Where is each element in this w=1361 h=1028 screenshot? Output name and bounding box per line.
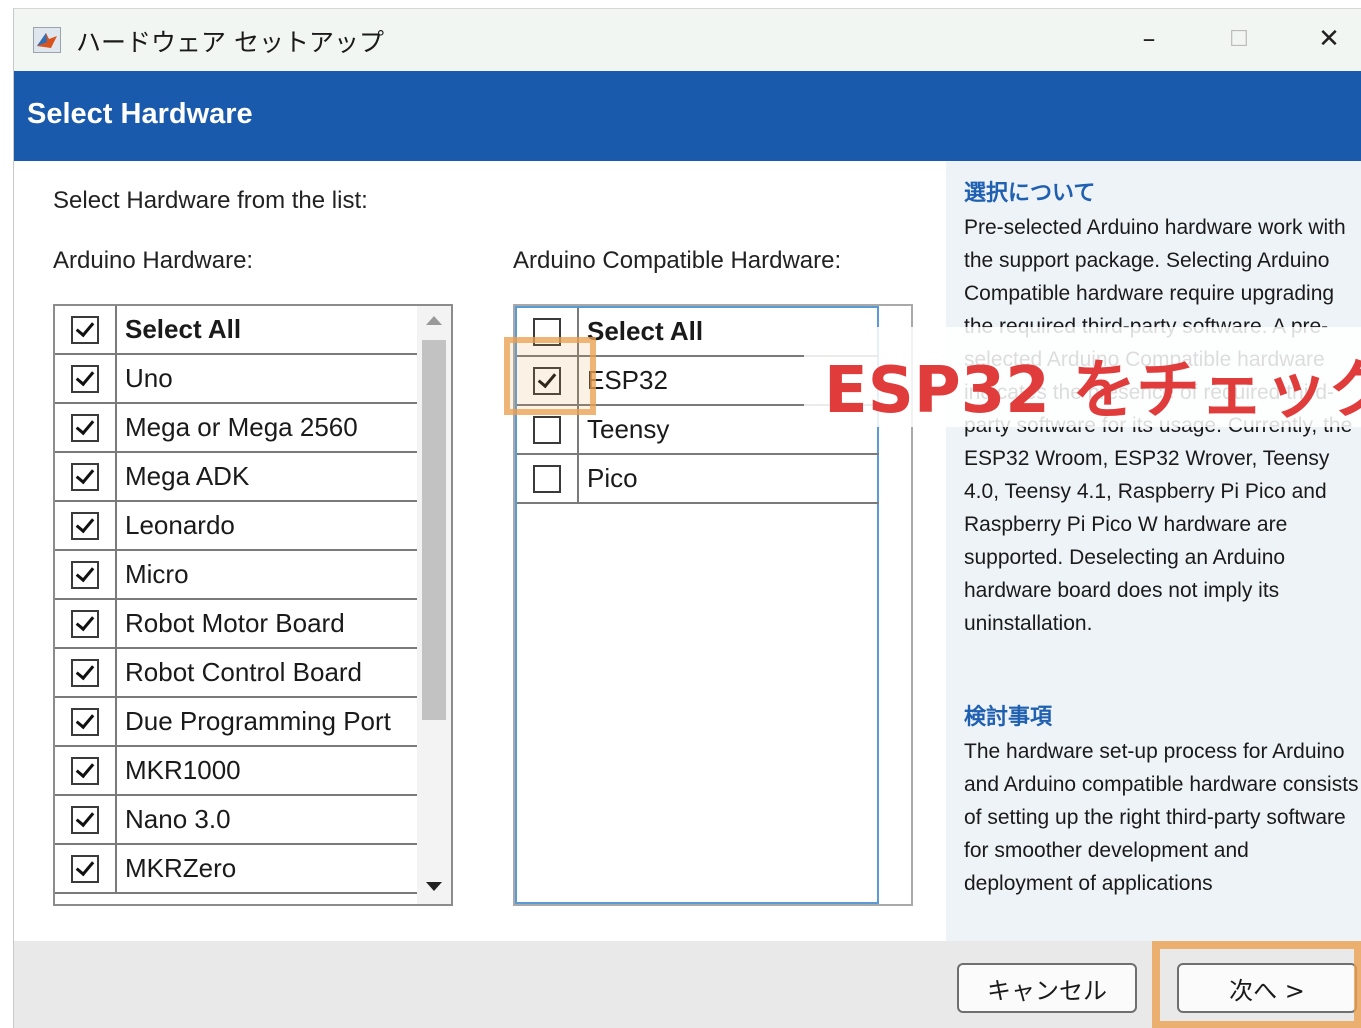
arduino-hardware-list[interactable]: Select All Uno Mega or Mega 2560 Mega ADK Le… (53, 304, 453, 906)
list-item-label: Pico (587, 463, 638, 493)
checkbox[interactable] (71, 659, 99, 687)
scroll-down-icon[interactable] (426, 882, 442, 891)
list-item-label: Robot Control Board (125, 657, 363, 687)
list-item[interactable]: MKRZero (55, 845, 417, 894)
checkbox[interactable] (71, 806, 99, 834)
annotation-text: ESP32 をチェック (824, 354, 1361, 428)
maximize-icon: ☐ (1229, 26, 1249, 52)
checkbox-cell (517, 455, 579, 502)
checkmark-icon (75, 856, 95, 877)
list-item-label: MKR1000 (125, 755, 241, 785)
checkbox-cell (55, 796, 117, 843)
arduino-select-all-row[interactable]: Select All (55, 306, 417, 355)
checkbox[interactable] (71, 365, 99, 393)
scroll-up-icon[interactable] (426, 316, 442, 325)
maximize-button[interactable]: ☐ (1216, 19, 1262, 59)
checkbox-cell (55, 551, 117, 598)
window-title: ハードウェア セットアップ (76, 28, 384, 57)
checkmark-icon (75, 611, 95, 632)
checkmark-icon (75, 709, 95, 730)
scroll-thumb[interactable] (422, 340, 446, 720)
checkbox[interactable] (71, 414, 99, 442)
checkmark-icon (75, 660, 95, 681)
checkmark-icon (75, 758, 95, 779)
checkmark-icon (75, 464, 95, 485)
checkbox-cell (55, 845, 117, 892)
checkbox-cell (55, 453, 117, 500)
minimize-button[interactable]: – (1126, 19, 1172, 59)
checkbox[interactable] (71, 316, 99, 344)
checkbox[interactable] (71, 855, 99, 883)
list-item[interactable]: Pico (517, 455, 879, 504)
list-item[interactable]: Robot Control Board (55, 649, 417, 698)
info-heading-considerations: 検討事項 (964, 705, 1053, 730)
content-area: Select Hardware from the list: Arduino H… (14, 161, 1361, 941)
list-item[interactable]: Mega ADK (55, 453, 417, 502)
checkmark-icon (75, 562, 95, 583)
list-item-label: Robot Motor Board (125, 608, 345, 638)
list-item-label: Nano 3.0 (125, 804, 231, 834)
list-item-label: Select All (125, 314, 242, 344)
list-item-label: ESP32 (587, 365, 668, 395)
list-item[interactable]: MKR1000 (55, 747, 417, 796)
checkbox[interactable] (71, 561, 99, 589)
list-item[interactable]: Mega or Mega 2560 (55, 404, 417, 453)
hardware-setup-window: ハードウェア セットアップ – ☐ ✕ Select Hardware Sele… (13, 8, 1361, 1028)
list-item-label: Teensy (587, 414, 670, 444)
checkbox-cell (55, 306, 117, 353)
checkbox[interactable] (71, 463, 99, 491)
checkbox-cell (55, 698, 117, 745)
minimize-icon: – (1142, 24, 1156, 54)
list-item[interactable]: Uno (55, 355, 417, 404)
list-item-label: Select All (587, 316, 704, 346)
checkbox-cell (55, 355, 117, 402)
checkbox-cell (55, 600, 117, 647)
list-item-label: MKRZero (125, 853, 237, 883)
info-text-considerations: The hardware set-up process for Arduino … (964, 740, 1359, 895)
title-bar: ハードウェア セットアップ – ☐ ✕ (14, 9, 1361, 71)
checkmark-icon (75, 415, 95, 436)
checkbox-cell (55, 747, 117, 794)
list-item-label: Uno (125, 363, 173, 393)
info-panel: 選択について Pre-selected Arduino hardware wor… (946, 161, 1361, 941)
page-header: Select Hardware (14, 71, 1361, 161)
list-item[interactable]: Robot Motor Board (55, 600, 417, 649)
checkbox[interactable] (71, 610, 99, 638)
checkbox-cell (55, 649, 117, 696)
next-button-highlight-box (1152, 941, 1361, 1028)
info-heading-selection: 選択について (964, 181, 1096, 206)
checkmark-icon (75, 513, 95, 534)
list-item[interactable]: Nano 3.0 (55, 796, 417, 845)
page-title: Select Hardware (27, 98, 253, 130)
list-item-label: Mega or Mega 2560 (125, 412, 358, 442)
checkmark-icon (75, 317, 95, 338)
esp32-highlight-box (504, 337, 596, 415)
list-item-label: Leonardo (125, 510, 235, 540)
list-item-label: Micro (125, 559, 189, 589)
checkbox[interactable] (71, 757, 99, 785)
list-item[interactable]: Micro (55, 551, 417, 600)
checkbox-cell (55, 404, 117, 451)
arduino-hardware-label: Arduino Hardware: (53, 247, 254, 274)
checkbox[interactable] (533, 465, 561, 493)
list-item[interactable]: Due Programming Port (55, 698, 417, 747)
cancel-button[interactable]: キャンセル (957, 963, 1137, 1013)
checkbox-cell (55, 502, 117, 549)
list-scrollbar[interactable] (417, 306, 451, 904)
close-button[interactable]: ✕ (1306, 19, 1352, 59)
checkbox[interactable] (533, 416, 561, 444)
list-item-label: Mega ADK (125, 461, 250, 491)
checkbox[interactable] (71, 512, 99, 540)
list-item-label: Due Programming Port (125, 706, 391, 736)
checkmark-icon (75, 366, 95, 387)
compatible-hardware-label: Arduino Compatible Hardware: (513, 247, 842, 274)
close-icon: ✕ (1318, 24, 1340, 54)
checkmark-icon (75, 807, 95, 828)
matlab-icon (33, 27, 61, 53)
instruction-label: Select Hardware from the list: (53, 187, 368, 214)
checkbox[interactable] (71, 708, 99, 736)
list-item[interactable]: Leonardo (55, 502, 417, 551)
